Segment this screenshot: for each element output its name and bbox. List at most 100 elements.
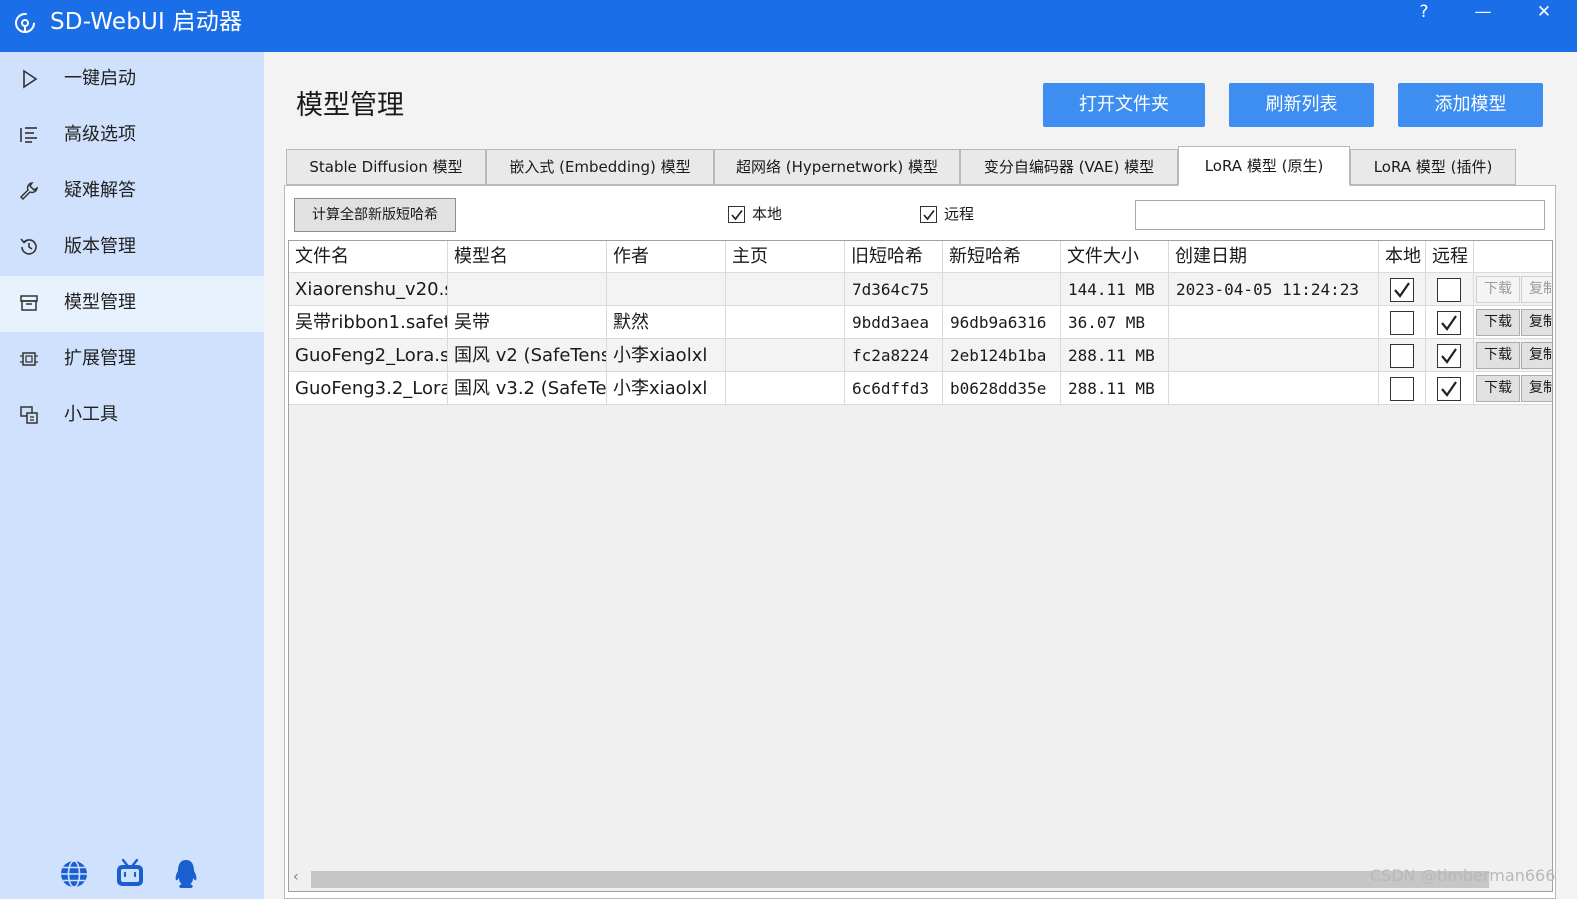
check-icon xyxy=(1394,282,1410,298)
open-folder-button[interactable]: 打开文件夹 xyxy=(1043,83,1205,127)
cell-author: 小李xiaolxl xyxy=(607,372,726,405)
globe-icon[interactable] xyxy=(58,858,90,890)
column-header-size[interactable]: 文件大小 xyxy=(1061,241,1169,273)
cell-model: 国风 v3.2 (SafeTensors) xyxy=(448,372,607,405)
check-icon xyxy=(923,209,935,221)
cell-old-hash: 7d364c75 xyxy=(845,273,943,306)
download-button[interactable]: 下载 xyxy=(1476,309,1520,336)
download-button[interactable]: 下载 xyxy=(1476,342,1520,369)
sidebar-item-label: 模型管理 xyxy=(64,292,136,313)
scroll-left-icon[interactable]: ‹ xyxy=(293,869,299,885)
column-header-new-hash[interactable]: 新短哈希 xyxy=(943,241,1061,273)
main-content: 模型管理 打开文件夹 刷新列表 添加模型 Stable Diffusion 模型… xyxy=(264,52,1577,899)
column-header-author[interactable]: 作者 xyxy=(607,241,726,273)
column-header-homepage[interactable]: 主页 xyxy=(726,241,845,273)
table-header: 文件名 模型名 作者 主页 旧短哈希 新短哈希 文件大小 创建日期 本地 远程 xyxy=(289,241,1552,273)
cell-actions: 下载 复制 xyxy=(1474,306,1552,339)
sidebar-item-tools[interactable]: 小工具 xyxy=(0,388,264,444)
sidebar-item-troubleshoot[interactable]: 疑难解答 xyxy=(0,164,264,220)
cell-remote xyxy=(1426,306,1474,339)
cell-homepage xyxy=(726,372,845,405)
filter-remote-checkbox[interactable] xyxy=(920,206,937,223)
cell-remote xyxy=(1426,339,1474,372)
title-bar: SD-WebUI 启动器 ? — ✕ xyxy=(0,0,1577,52)
sidebar-item-launch[interactable]: 一键启动 xyxy=(0,52,264,108)
tab-stable-diffusion[interactable]: Stable Diffusion 模型 xyxy=(286,149,486,185)
cell-old-hash: 9bdd3aea xyxy=(845,306,943,339)
column-header-filename[interactable]: 文件名 xyxy=(289,241,448,273)
copy-button[interactable]: 复制 xyxy=(1521,342,1552,369)
cell-actions: 下载 复制 xyxy=(1474,273,1552,306)
table-row[interactable]: 吴带ribbon1.safetensors 吴带 默然 9bdd3aea 96d… xyxy=(289,306,1552,339)
page-title: 模型管理 xyxy=(296,90,404,121)
tab-lora-plugin[interactable]: LoRA 模型 (插件) xyxy=(1350,149,1516,185)
cell-local xyxy=(1379,372,1426,405)
check-icon xyxy=(1441,315,1457,331)
remote-checkbox[interactable] xyxy=(1437,278,1461,302)
filter-local-label: 本地 xyxy=(752,205,783,223)
qq-icon[interactable] xyxy=(170,858,202,890)
cell-size: 36.07 MB xyxy=(1061,306,1169,339)
tab-lora-native[interactable]: LoRA 模型 (原生) xyxy=(1178,146,1350,186)
column-header-old-hash[interactable]: 旧短哈希 xyxy=(845,241,943,273)
cell-new-hash: 96db9a6316 xyxy=(943,306,1061,339)
cell-new-hash xyxy=(943,273,1061,306)
wrench-icon xyxy=(19,182,38,201)
check-icon xyxy=(731,209,743,221)
local-checkbox[interactable] xyxy=(1390,344,1414,368)
tab-hypernetwork[interactable]: 超网络 (Hypernetwork) 模型 xyxy=(714,149,960,185)
sidebar-item-label: 高级选项 xyxy=(64,124,136,145)
sidebar-item-advanced[interactable]: 高级选项 xyxy=(0,108,264,164)
cell-size: 288.11 MB xyxy=(1061,339,1169,372)
scrollbar-thumb[interactable] xyxy=(311,871,1489,888)
table-row[interactable]: Xiaorenshu_v20.safetensors 7d364c75 144.… xyxy=(289,273,1552,306)
sidebar-item-versions[interactable]: 版本管理 xyxy=(0,220,264,276)
local-checkbox[interactable] xyxy=(1390,377,1414,401)
copy-button[interactable]: 复制 xyxy=(1521,276,1552,303)
column-header-model[interactable]: 模型名 xyxy=(448,241,607,273)
app-title: SD-WebUI 启动器 xyxy=(50,9,243,35)
sidebar-item-models[interactable]: 模型管理 xyxy=(0,276,264,332)
cell-homepage xyxy=(726,339,845,372)
calc-new-hash-button[interactable]: 计算全部新版短哈希 xyxy=(294,198,456,232)
tab-vae[interactable]: 变分自编码器 (VAE) 模型 xyxy=(960,149,1178,185)
table-row[interactable]: GuoFeng2_Lora.safetensors 国风 v2 (SafeTen… xyxy=(289,339,1552,372)
sidebar-item-extensions[interactable]: 扩展管理 xyxy=(0,332,264,388)
local-checkbox[interactable] xyxy=(1390,278,1414,302)
cell-new-hash: 2eb124b1ba xyxy=(943,339,1061,372)
tab-embedding[interactable]: 嵌入式 (Embedding) 模型 xyxy=(486,149,714,185)
cell-size: 144.11 MB xyxy=(1061,273,1169,306)
column-header-remote[interactable]: 远程 xyxy=(1426,241,1474,273)
cell-author: 小李xiaolxl xyxy=(607,339,726,372)
watermark: CSDN @timberman666 xyxy=(1370,866,1556,885)
cell-old-hash: fc2a8224 xyxy=(845,339,943,372)
cell-author xyxy=(607,273,726,306)
copy-button[interactable]: 复制 xyxy=(1521,375,1552,402)
cell-new-hash: b0628dd35e xyxy=(943,372,1061,405)
download-button[interactable]: 下载 xyxy=(1476,276,1520,303)
copy-button[interactable]: 复制 xyxy=(1521,309,1552,336)
remote-checkbox[interactable] xyxy=(1437,311,1461,335)
cell-model: 吴带 xyxy=(448,306,607,339)
refresh-list-button[interactable]: 刷新列表 xyxy=(1229,83,1374,127)
sidebar: 一键启动 高级选项 疑难解答 版本管理 模型管理 扩展管理 小工具 xyxy=(0,52,264,899)
chip-icon xyxy=(20,352,38,366)
minimize-button[interactable]: — xyxy=(1459,0,1507,32)
table-row[interactable]: GuoFeng3.2_Lora.safetensors 国风 v3.2 (Saf… xyxy=(289,372,1552,405)
help-button[interactable]: ? xyxy=(1400,0,1448,32)
column-header-local[interactable]: 本地 xyxy=(1379,241,1426,273)
remote-checkbox[interactable] xyxy=(1437,377,1461,401)
cell-local xyxy=(1379,273,1426,306)
search-input[interactable] xyxy=(1135,200,1545,230)
add-model-button[interactable]: 添加模型 xyxy=(1398,83,1543,127)
column-header-date[interactable]: 创建日期 xyxy=(1169,241,1379,273)
local-checkbox[interactable] xyxy=(1390,311,1414,335)
cell-size: 288.11 MB xyxy=(1061,372,1169,405)
horizontal-scrollbar[interactable]: ‹ xyxy=(289,867,1552,891)
remote-checkbox[interactable] xyxy=(1437,344,1461,368)
close-button[interactable]: ✕ xyxy=(1520,0,1568,32)
cell-filename: 吴带ribbon1.safetensors xyxy=(289,306,448,339)
download-button[interactable]: 下载 xyxy=(1476,375,1520,402)
filter-local-checkbox[interactable] xyxy=(728,206,745,223)
bilibili-icon[interactable] xyxy=(114,858,146,890)
